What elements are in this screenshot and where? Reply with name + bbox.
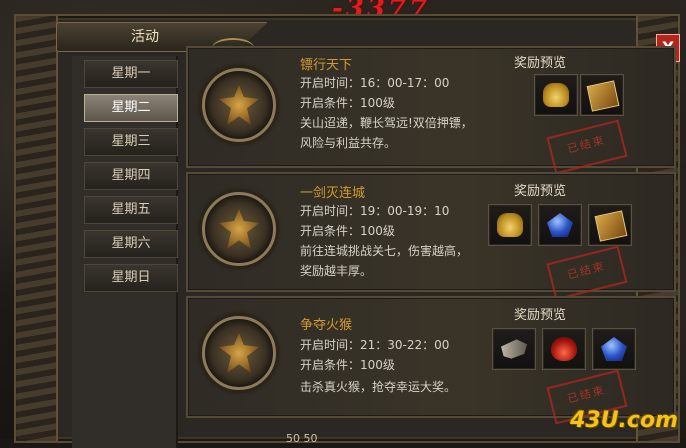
ended-stamp: 已结束 <box>546 245 628 301</box>
activity-description-2: 奖励越丰厚。 <box>300 264 373 278</box>
activity-title: 一剑灭连城 <box>300 186 366 201</box>
activity-card-escort[interactable]: 镖行天下 开启时间：16：00-17：00 开启条件：100级 关山迢递，鞭长驾… <box>186 46 676 175</box>
reward-preview-label: 奖励预览 <box>514 184 567 199</box>
reward-slot[interactable] <box>542 328 586 370</box>
weekday-sidebar: 星期一 星期二 星期三 星期四 星期五 星期六 星期日 <box>72 56 178 448</box>
blue-gem-icon <box>601 337 627 361</box>
reward-slot[interactable] <box>580 74 624 116</box>
site-watermark-logo: 43U.com <box>570 408 678 433</box>
reward-slot[interactable] <box>534 74 578 116</box>
activity-panel: 活动 X 星期一 星期二 星期三 星期四 星期五 星期六 星期日 镖行天下 开启… <box>14 14 680 448</box>
gold-ingot-icon <box>497 213 523 237</box>
reward-slot[interactable] <box>592 328 636 370</box>
tab-friday[interactable]: 星期五 <box>84 196 178 224</box>
activity-condition: 开启条件：100级 <box>300 358 395 372</box>
activity-time: 开启时间：16：00-17：00 <box>300 76 450 90</box>
activity-time: 开启时间：21：30-22：00 <box>300 338 450 352</box>
tab-thursday[interactable]: 星期四 <box>84 162 178 190</box>
tab-wednesday[interactable]: 星期三 <box>84 128 178 156</box>
activity-fire-monkey-icon <box>202 316 276 390</box>
gold-ingot-icon <box>543 83 569 107</box>
reward-slot[interactable] <box>492 328 536 370</box>
tab-tuesday[interactable]: 星期二 <box>84 94 178 122</box>
reward-slot[interactable] <box>588 204 632 246</box>
activity-card-lianchen[interactable]: 一剑灭连城 开启时间：19：00-19：10 开启条件：100级 前往连城挑战关… <box>186 172 676 301</box>
bone-relic-icon <box>501 339 527 359</box>
skill-book-icon <box>594 210 628 242</box>
activity-condition: 开启条件：100级 <box>300 224 395 238</box>
skill-book-icon <box>586 80 620 112</box>
reward-preview-label: 奖励预览 <box>514 308 567 323</box>
tab-saturday[interactable]: 星期六 <box>84 230 178 258</box>
activity-city-icon <box>202 192 276 266</box>
reward-slot[interactable] <box>488 204 532 246</box>
blue-gem-icon <box>547 213 573 237</box>
reward-preview-label: 奖励预览 <box>514 56 567 71</box>
activity-condition: 开启条件：100级 <box>300 96 395 110</box>
red-potion-icon <box>551 337 577 361</box>
activity-description-2: 风险与利益共存。 <box>300 136 397 150</box>
dragon-frame-left <box>16 16 58 441</box>
activity-description: 击杀真火猴，抢夺幸运大奖。 <box>300 380 457 394</box>
panel-title: 活动 <box>131 29 159 45</box>
activity-description: 关山迢递，鞭长驾远!双倍押镖， <box>300 116 473 130</box>
activity-time: 开启时间：19：00-19：10 <box>300 204 450 218</box>
activity-card-firemonkey[interactable]: 争夺火猴 开启时间：21：30-22：00 开启条件：100级 击杀真火猴，抢夺… <box>186 296 676 425</box>
activity-description: 前往连城挑战关七，伤害越高， <box>300 244 469 258</box>
activity-title: 镖行天下 <box>300 58 353 73</box>
activity-escort-icon <box>202 68 276 142</box>
tab-sunday[interactable]: 星期日 <box>84 264 178 292</box>
tab-monday[interactable]: 星期一 <box>84 60 178 88</box>
reward-slot[interactable] <box>538 204 582 246</box>
activity-title: 争夺火猴 <box>300 318 353 333</box>
ended-stamp: 已结束 <box>546 119 628 175</box>
